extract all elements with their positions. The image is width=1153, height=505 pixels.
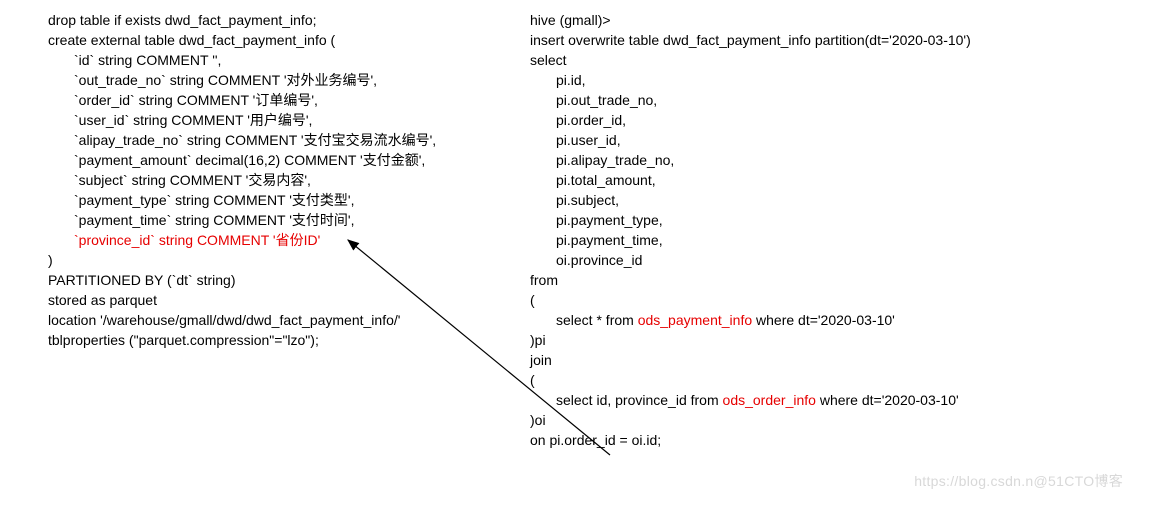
code-container: drop table if exists dwd_fact_payment_in… — [0, 10, 1153, 450]
code-line: pi.user_id, — [530, 130, 1150, 150]
code-line: select * from ods_payment_info where dt=… — [530, 310, 1150, 330]
code-line: from — [530, 270, 1150, 290]
watermark: https://blog.csdn.n@51CTO博客 — [914, 471, 1123, 491]
code-line: create external table dwd_fact_payment_i… — [48, 30, 530, 50]
code-line: pi.payment_type, — [530, 210, 1150, 230]
code-line: hive (gmall)> — [530, 10, 1150, 30]
code-line-highlight: `province_id` string COMMENT '省份ID' — [48, 230, 530, 250]
code-line: drop table if exists dwd_fact_payment_in… — [48, 10, 530, 30]
code-line: tblproperties ("parquet.compression"="lz… — [48, 330, 530, 350]
code-line: pi.payment_time, — [530, 230, 1150, 250]
code-line: select — [530, 50, 1150, 70]
code-line: stored as parquet — [48, 290, 530, 310]
code-line: on pi.order_id = oi.id; — [530, 430, 1150, 450]
code-line: ( — [530, 370, 1150, 390]
code-line: `subject` string COMMENT '交易内容', — [48, 170, 530, 190]
code-text: where dt='2020-03-10' — [752, 312, 895, 328]
code-text: where dt='2020-03-10' — [816, 392, 959, 408]
code-highlight: ods_order_info — [723, 392, 816, 408]
code-line: `payment_type` string COMMENT '支付类型', — [48, 190, 530, 210]
code-line: pi.order_id, — [530, 110, 1150, 130]
code-line: location '/warehouse/gmall/dwd/dwd_fact_… — [48, 310, 530, 330]
right-code-block: hive (gmall)> insert overwrite table dwd… — [530, 10, 1150, 450]
code-line: pi.total_amount, — [530, 170, 1150, 190]
code-text: select id, province_id from — [556, 392, 723, 408]
code-line: pi.id, — [530, 70, 1150, 90]
code-line: pi.alipay_trade_no, — [530, 150, 1150, 170]
code-line: insert overwrite table dwd_fact_payment_… — [530, 30, 1150, 50]
code-line: `payment_amount` decimal(16,2) COMMENT '… — [48, 150, 530, 170]
code-line: ) — [48, 250, 530, 270]
code-line: pi.subject, — [530, 190, 1150, 210]
code-line: `out_trade_no` string COMMENT '对外业务编号', — [48, 70, 530, 90]
code-line: `payment_time` string COMMENT '支付时间', — [48, 210, 530, 230]
code-line: `user_id` string COMMENT '用户编号', — [48, 110, 530, 130]
code-text: select * from — [556, 312, 638, 328]
code-highlight: ods_payment_info — [638, 312, 752, 328]
code-line: `id` string COMMENT '', — [48, 50, 530, 70]
code-line: PARTITIONED BY (`dt` string) — [48, 270, 530, 290]
code-line: `alipay_trade_no` string COMMENT '支付宝交易流… — [48, 130, 530, 150]
code-line: select id, province_id from ods_order_in… — [530, 390, 1150, 410]
code-line: oi.province_id — [530, 250, 1150, 270]
left-code-block: drop table if exists dwd_fact_payment_in… — [0, 10, 530, 450]
code-line: `order_id` string COMMENT '订单编号', — [48, 90, 530, 110]
code-line: join — [530, 350, 1150, 370]
code-line: )oi — [530, 410, 1150, 430]
code-line: )pi — [530, 330, 1150, 350]
code-line: pi.out_trade_no, — [530, 90, 1150, 110]
code-line: ( — [530, 290, 1150, 310]
